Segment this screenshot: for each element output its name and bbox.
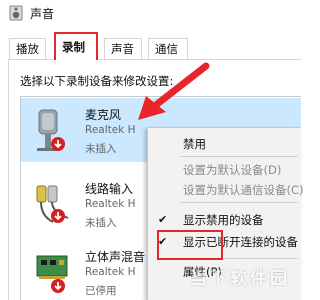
menu-separator bbox=[180, 156, 298, 157]
tab-recording[interactable]: 录制 bbox=[54, 32, 98, 60]
menu-item-label: 显示禁用的设备 bbox=[183, 213, 264, 227]
menu-separator bbox=[180, 202, 298, 203]
tab-communications[interactable]: 通信 bbox=[148, 38, 188, 60]
device-name: 线路输入 bbox=[85, 182, 134, 196]
tab-strip: 播放 录制 声音 通信 bbox=[0, 26, 301, 60]
window-title: 声音 bbox=[30, 7, 55, 21]
watermark-text: 当下软件园 bbox=[190, 269, 290, 289]
tab-playback[interactable]: 播放 bbox=[9, 38, 46, 60]
menu-item-set-default[interactable]: 设置为默认设备(D) bbox=[148, 160, 302, 180]
device-driver: Realtek H bbox=[85, 198, 136, 210]
checkmark-icon: ✔ bbox=[158, 213, 168, 226]
sound-dialog: 声音 播放 录制 声音 通信 选择以下录制设备来修改设置: 麦克风 Realte… bbox=[0, 0, 304, 300]
instruction-text: 选择以下录制设备来修改设置: bbox=[20, 74, 174, 88]
speaker-icon bbox=[9, 5, 23, 21]
sound-card-icon bbox=[36, 255, 68, 293]
device-status: 未插入 bbox=[85, 143, 117, 155]
device-name: 立体声混音 bbox=[85, 250, 146, 264]
menu-item-disable[interactable]: 禁用 bbox=[148, 134, 302, 154]
microphone-icon bbox=[37, 109, 65, 151]
menu-item-show-disabled[interactable]: ✔ 显示禁用的设备 bbox=[148, 210, 302, 230]
watermark-logo: 当下软件园 bbox=[170, 258, 301, 289]
line-in-jack-icon bbox=[36, 185, 69, 223]
menu-item-label: 设置为默认设备(D) bbox=[183, 163, 282, 177]
tab-sounds[interactable]: 声音 bbox=[104, 38, 142, 60]
device-driver: Realtek H bbox=[85, 124, 136, 136]
title-bar[interactable]: 声音 bbox=[0, 0, 301, 26]
menu-item-label: 禁用 bbox=[183, 137, 206, 151]
device-status: 未插入 bbox=[85, 217, 117, 229]
annotation-highlight-box bbox=[157, 230, 223, 260]
menu-item-label: 设置为默认通信设备(C) bbox=[183, 183, 304, 197]
menu-item-set-default-comm[interactable]: 设置为默认通信设备(C) bbox=[148, 180, 304, 200]
device-name: 麦克风 bbox=[85, 108, 122, 122]
device-status: 已停用 bbox=[85, 285, 117, 297]
device-driver: Realtek H bbox=[85, 266, 136, 278]
